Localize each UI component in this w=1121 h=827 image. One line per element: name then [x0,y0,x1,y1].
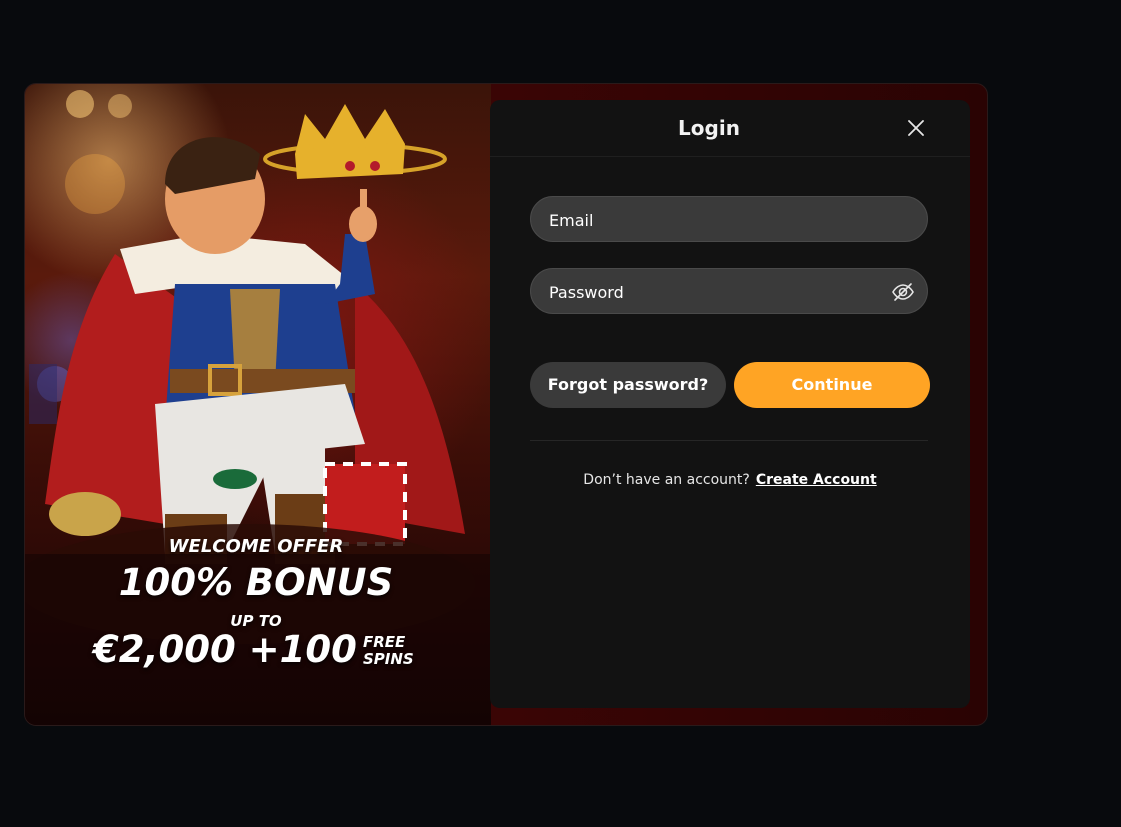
free-spins-line2: SPINS [363,650,414,668]
login-modal: WELCOME OFFER 100% BONUS UP TO €2,000 +1… [24,83,988,726]
divider [530,440,928,441]
signup-prompt: Don’t have an account? Create Account [490,472,970,488]
password-input[interactable] [547,269,891,315]
email-field[interactable] [530,196,928,243]
free-spins-label: FREE SPINS [363,634,414,668]
login-panel: Login Forgot password? Continue [490,100,970,708]
password-field[interactable] [530,268,928,315]
email-input[interactable] [547,197,891,243]
welcome-offer-label: WELCOME OFFER [168,536,344,557]
eye-slash-icon[interactable] [891,280,915,304]
bonus-headline: 100% BONUS [118,561,394,604]
close-icon[interactable] [904,116,928,140]
login-title: Login [678,116,740,140]
welcome-offer-banner: WELCOME OFFER 100% BONUS UP TO €2,000 +1… [25,84,491,725]
continue-button[interactable]: Continue [734,362,930,408]
no-account-text: Don’t have an account? [583,472,750,488]
bonus-amount: €2,000 +100 [93,628,357,671]
create-account-link[interactable]: Create Account [756,472,877,488]
login-header: Login [490,100,970,157]
free-spins-line1: FREE [363,633,406,651]
forgot-password-button[interactable]: Forgot password? [530,362,726,408]
